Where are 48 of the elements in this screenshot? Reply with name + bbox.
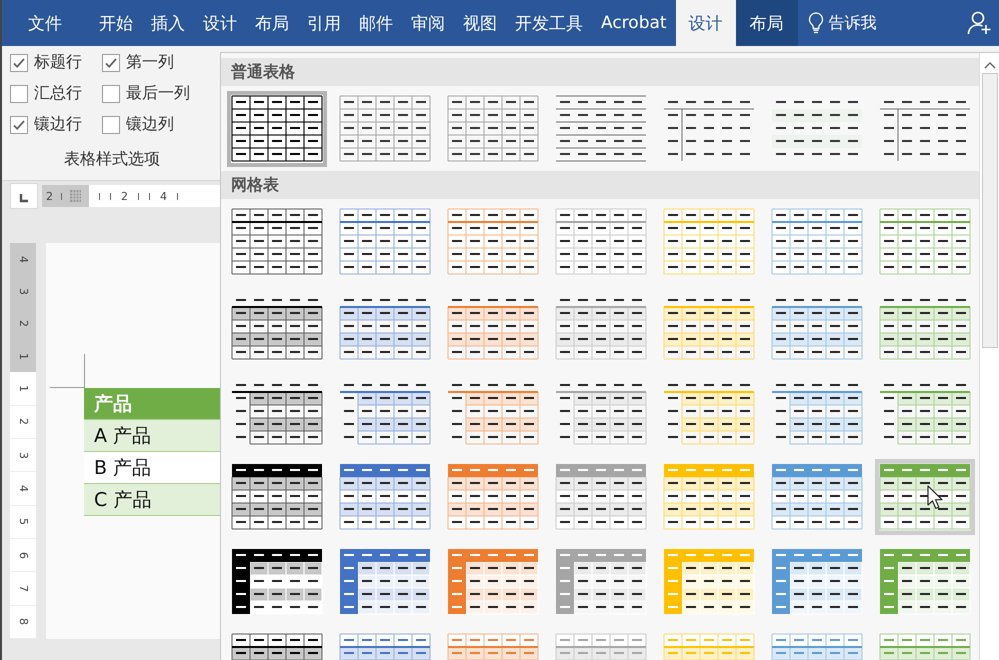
tab-stop-selector[interactable]	[10, 183, 38, 209]
tell-me-search[interactable]: 告诉我	[798, 0, 887, 46]
add-person-icon[interactable]	[967, 10, 993, 36]
ribbon-tab[interactable]: 审阅	[402, 0, 454, 46]
indent-marker-icon[interactable]	[70, 190, 81, 202]
ruler-number: 3	[16, 452, 30, 459]
ruler-number: 4	[16, 484, 30, 492]
ruler-number: 1	[16, 384, 30, 392]
ruler-number: 2	[16, 418, 30, 426]
checkbox[interactable]: 镶边行	[10, 114, 102, 135]
section-header: 网格表	[221, 171, 979, 199]
ruler-number: 4	[160, 190, 167, 202]
checkbox[interactable]: 汇总行	[10, 83, 102, 104]
ruler-number: 8	[16, 618, 30, 626]
table-style-thumbnail[interactable]	[227, 90, 327, 166]
ribbon-tab[interactable]: 视图	[454, 0, 506, 46]
margin-corner-mark	[50, 354, 85, 388]
checkbox[interactable]: 最后一列	[102, 83, 212, 104]
ruler-number: 2	[121, 190, 128, 202]
ruler-number: 2	[46, 190, 53, 202]
ruler-number: 1	[16, 352, 30, 360]
ribbon-tab[interactable]: 布局	[736, 0, 798, 46]
ribbon-tab[interactable]: 邮件	[350, 0, 402, 46]
mouse-pointer-icon	[927, 484, 943, 510]
left-tab-icon	[19, 193, 29, 203]
ribbon-tab[interactable]: 引用	[298, 0, 350, 46]
ribbon-tab[interactable]: Acrobat	[592, 0, 676, 46]
ruler-number: 6	[16, 552, 30, 559]
section-header: 普通表格	[221, 58, 979, 86]
ribbon-tab[interactable]: 布局	[246, 0, 298, 46]
ribbon-tab[interactable]: 设计	[676, 0, 736, 46]
ribbon-tab[interactable]: 插入	[142, 0, 194, 46]
checkbox[interactable]: 镶边列	[102, 114, 212, 135]
group-label: 表格样式选项	[63, 149, 161, 170]
ruler-number: 4	[16, 256, 30, 263]
scrollbar-thumb[interactable]	[982, 73, 998, 348]
ribbon-tab[interactable]: 开始	[90, 0, 142, 46]
checkbox[interactable]: 第一列	[102, 52, 212, 73]
checkbox[interactable]: 标题行	[10, 52, 102, 73]
ribbon-tab[interactable]: 文件	[2, 0, 90, 46]
table-style-thumbnail[interactable]	[875, 458, 975, 534]
ruler-number: 5	[16, 518, 30, 526]
ribbon-tab[interactable]: 设计	[194, 0, 246, 46]
ruler-number: 2	[16, 320, 30, 328]
lightbulb-icon	[808, 12, 824, 34]
ruler-number: 7	[16, 584, 30, 592]
ruler-number: 3	[16, 288, 30, 295]
ribbon-tab[interactable]: 开发工具	[506, 0, 592, 46]
